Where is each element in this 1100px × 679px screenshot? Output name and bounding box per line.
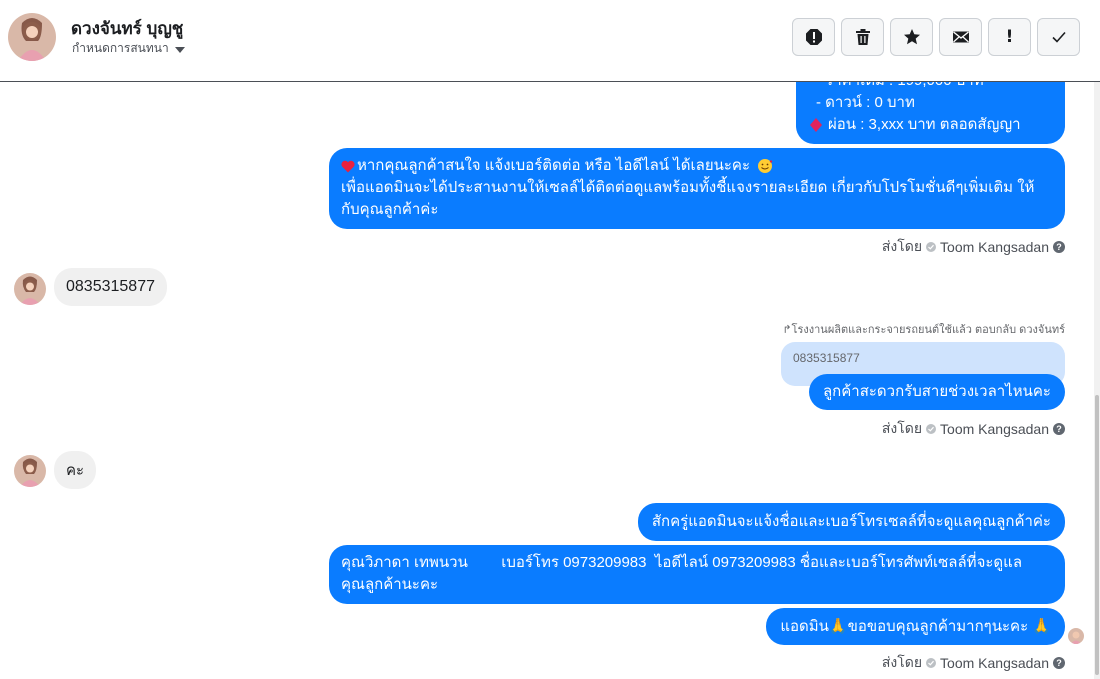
message-bubble-ask-time[interactable]: ลูกค้าสะดวกรับสายช่วงเวลาไหนคะ bbox=[808, 374, 1065, 410]
sent-by-label-1: ส่งโดย Toom Kangsadan ? bbox=[882, 236, 1065, 258]
promo-line-installment: ผ่อน : 3,xxx บาท ตลอดสัญญา bbox=[810, 114, 1051, 136]
envelope-icon bbox=[952, 31, 969, 43]
sender-name[interactable]: Toom Kangsadan bbox=[940, 655, 1049, 671]
message-bubble-promo[interactable]: - ราคาเต็ม : 199,000 บาท - ดาวน์ : 0 บาท… bbox=[796, 82, 1065, 144]
assign-label: กำหนดการสนทนา bbox=[72, 41, 169, 55]
header-actions: ! bbox=[792, 18, 1080, 56]
help-icon[interactable]: ? bbox=[1053, 657, 1065, 669]
promo-line-price: - ราคาเต็ม : 199,000 บาท bbox=[810, 82, 1051, 92]
reply-note: ↱โรงงานผลิตและกระจายรถยนต์ใช้แล้ว ตอบกลั… bbox=[782, 324, 1065, 336]
message-thread: - ราคาเต็ม : 199,000 บาท - ดาวน์ : 0 บาท… bbox=[0, 82, 1094, 679]
sales-text-2: คุณลูกค้านะคะ bbox=[341, 576, 439, 593]
smiling-face-hearts-icon bbox=[758, 159, 773, 173]
promo-line-down: - ดาวน์ : 0 บาท bbox=[816, 94, 915, 111]
thanks-text: แอดมิน🙏ขอขอบคุณลูกค้ามากๆนะคะ 🙏 bbox=[780, 617, 1051, 635]
seen-avatar bbox=[1068, 628, 1084, 644]
sender-name[interactable]: Toom Kangsadan bbox=[940, 239, 1049, 255]
follow-up-button[interactable]: ! bbox=[988, 18, 1031, 56]
mark-unread-button[interactable] bbox=[939, 18, 982, 56]
star-button[interactable] bbox=[890, 18, 933, 56]
message-bubble-wait[interactable]: สักครู่แอดมินจะแจ้งชื่อและเบอร์โทรเซลล์ท… bbox=[637, 503, 1065, 541]
customer-reply-text: คะ bbox=[66, 462, 85, 479]
help-icon[interactable]: ? bbox=[1053, 241, 1065, 253]
wait-text: สักครู่แอดมินจะแจ้งชื่อและเบอร์โทรเซลล์ท… bbox=[651, 513, 1051, 530]
sent-by-prefix: ส่งโดย bbox=[881, 420, 923, 436]
ask-time-text: ลูกค้าสะดวกรับสายช่วงเวลาไหนคะ bbox=[822, 383, 1051, 400]
sales-text-1: คุณวิภาดา เทพนวน เบอร์โทร 0973209983 ไอด… bbox=[341, 554, 1023, 571]
report-spam-button[interactable] bbox=[792, 18, 835, 56]
sent-by-prefix: ส่งโดย bbox=[881, 238, 923, 254]
delivered-check-icon bbox=[926, 242, 937, 252]
sender-name[interactable]: Toom Kangsadan bbox=[940, 421, 1049, 437]
star-icon bbox=[903, 29, 920, 45]
contact-avatar[interactable] bbox=[8, 13, 56, 61]
conversation-header: ดวงจันทร์ บุญชู กำหนดการสนทนา ! bbox=[0, 0, 1100, 82]
red-diamond-icon bbox=[810, 118, 822, 132]
customer-avatar[interactable] bbox=[14, 273, 46, 305]
quoted-text: 0835315877 bbox=[793, 351, 860, 365]
delivered-check-icon bbox=[926, 424, 937, 434]
sent-by-label-2: ส่งโดย Toom Kangsadan ? bbox=[882, 418, 1065, 440]
assign-conversation-dropdown[interactable]: กำหนดการสนทนา bbox=[72, 39, 185, 58]
scrollbar-thumb[interactable] bbox=[1095, 395, 1099, 675]
interest-text-1: หากคุณลูกค้าสนใจ แจ้งเบอร์ติดต่อ หรือ ไอ… bbox=[357, 157, 751, 174]
report-spam-icon bbox=[805, 29, 822, 45]
heart-icon bbox=[341, 160, 355, 172]
checkmark-icon bbox=[1051, 31, 1066, 43]
message-bubble-sales-info[interactable]: คุณวิภาดา เทพนวน เบอร์โทร 0973209983 ไอด… bbox=[329, 545, 1065, 604]
customer-avatar[interactable] bbox=[14, 455, 46, 487]
interest-text-2: เพื่อแอดมินจะได้ประสานงานให้เซลล์ได้ติดต… bbox=[341, 179, 1035, 196]
message-bubble-phone[interactable]: 0835315877 bbox=[54, 268, 167, 306]
message-bubble-thanks[interactable]: แอดมิน🙏ขอขอบคุณลูกค้ามากๆนะคะ 🙏 bbox=[766, 608, 1065, 645]
sent-by-prefix: ส่งโดย bbox=[881, 654, 923, 670]
trash-icon bbox=[855, 29, 870, 45]
contact-name: ดวงจันทร์ บุญชู bbox=[71, 19, 184, 38]
exclamation-icon: ! bbox=[1005, 27, 1014, 47]
delivered-check-icon bbox=[926, 658, 937, 668]
message-bubble-interest[interactable]: หากคุณลูกค้าสนใจ แจ้งเบอร์ติดต่อ หรือ ไอ… bbox=[329, 148, 1065, 229]
help-icon[interactable]: ? bbox=[1053, 423, 1065, 435]
caret-down-icon bbox=[174, 46, 185, 53]
interest-text-3: กับคุณลูกค้าค่ะ bbox=[341, 201, 439, 218]
mark-done-button[interactable] bbox=[1037, 18, 1080, 56]
message-bubble-customer-reply[interactable]: คะ bbox=[54, 451, 97, 489]
interest-line-first: หากคุณลูกค้าสนใจ แจ้งเบอร์ติดต่อ หรือ ไอ… bbox=[341, 155, 1055, 177]
customer-phone-text: 0835315877 bbox=[66, 278, 155, 295]
sent-by-label-3: ส่งโดย Toom Kangsadan ? bbox=[882, 652, 1065, 674]
promo-installment-text: ผ่อน : 3,xxx บาท ตลอดสัญญา bbox=[828, 116, 1021, 133]
delete-button[interactable] bbox=[841, 18, 884, 56]
